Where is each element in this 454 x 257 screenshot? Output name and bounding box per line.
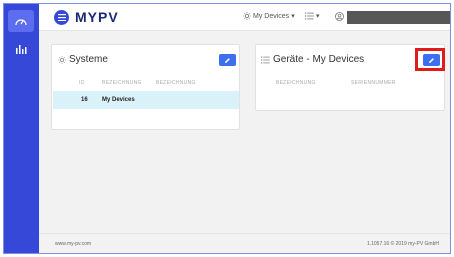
footer-copyright: 1.1057.16 © 2019 my-PV GmbH	[366, 241, 439, 247]
edit-systems-button[interactable]	[219, 54, 236, 66]
list-menu[interactable]: ▾	[305, 12, 320, 20]
footer: www.my-pv.com 1.1057.16 © 2019 my-PV Gmb…	[39, 233, 450, 253]
sidebar-item-statistics[interactable]	[8, 38, 34, 60]
edit-devices-button[interactable]	[423, 54, 440, 66]
column-header-name[interactable]: BEZEICHNUNG	[102, 80, 142, 86]
devices-card-title: Geräte - My Devices	[261, 54, 364, 65]
top-bar: MYPV My Devices ▾ ▾	[39, 4, 450, 31]
column-header-serial[interactable]: SERIENNUMMER	[351, 80, 396, 86]
sidebar	[4, 4, 39, 253]
row-name: My Devices	[102, 97, 135, 103]
devices-card: Geräte - My Devices BEZEICHNUNG SERIENNU…	[255, 44, 445, 111]
brand-text: MYPV	[75, 9, 119, 25]
chevron-down-icon: ▾	[316, 13, 320, 20]
pencil-icon	[225, 57, 230, 63]
user-name-redacted	[347, 11, 450, 24]
systems-card-title: Systeme	[58, 54, 108, 65]
footer-website-link[interactable]: www.my-pv.com	[55, 241, 91, 247]
pencil-icon	[429, 57, 434, 63]
table-row[interactable]: 16 My Devices	[53, 91, 239, 109]
devices-menu-label: My Devices	[253, 12, 290, 20]
column-header-id[interactable]: ID	[79, 80, 85, 86]
chevron-down-icon: ▾	[291, 13, 295, 20]
list-icon	[261, 56, 270, 63]
user-icon	[335, 12, 344, 21]
list-icon	[305, 12, 314, 20]
systems-card: Systeme ID BEZEICHNUNG BEZEICHNUNG 16 My…	[51, 44, 240, 130]
column-header-name[interactable]: BEZEICHNUNG	[276, 80, 316, 86]
menu-icon	[57, 14, 66, 21]
brand-logo: MYPV	[75, 9, 119, 25]
devices-title-text: Geräte - My Devices	[273, 54, 365, 65]
app-window: MYPV My Devices ▾ ▾ Systeme ID BEZEICHNU…	[3, 3, 451, 254]
systems-title-text: Systeme	[69, 54, 108, 65]
dashboard-icon	[15, 19, 27, 26]
devices-menu[interactable]: My Devices ▾	[243, 12, 295, 20]
sun-icon	[58, 55, 66, 64]
user-menu[interactable]	[335, 12, 344, 21]
sun-icon	[243, 12, 251, 20]
column-header-description[interactable]: BEZEICHNUNG	[156, 80, 196, 86]
row-id: 16	[81, 97, 88, 103]
bar-chart-icon	[16, 45, 27, 54]
menu-button[interactable]	[54, 10, 69, 25]
sidebar-item-dashboard[interactable]	[8, 10, 34, 32]
